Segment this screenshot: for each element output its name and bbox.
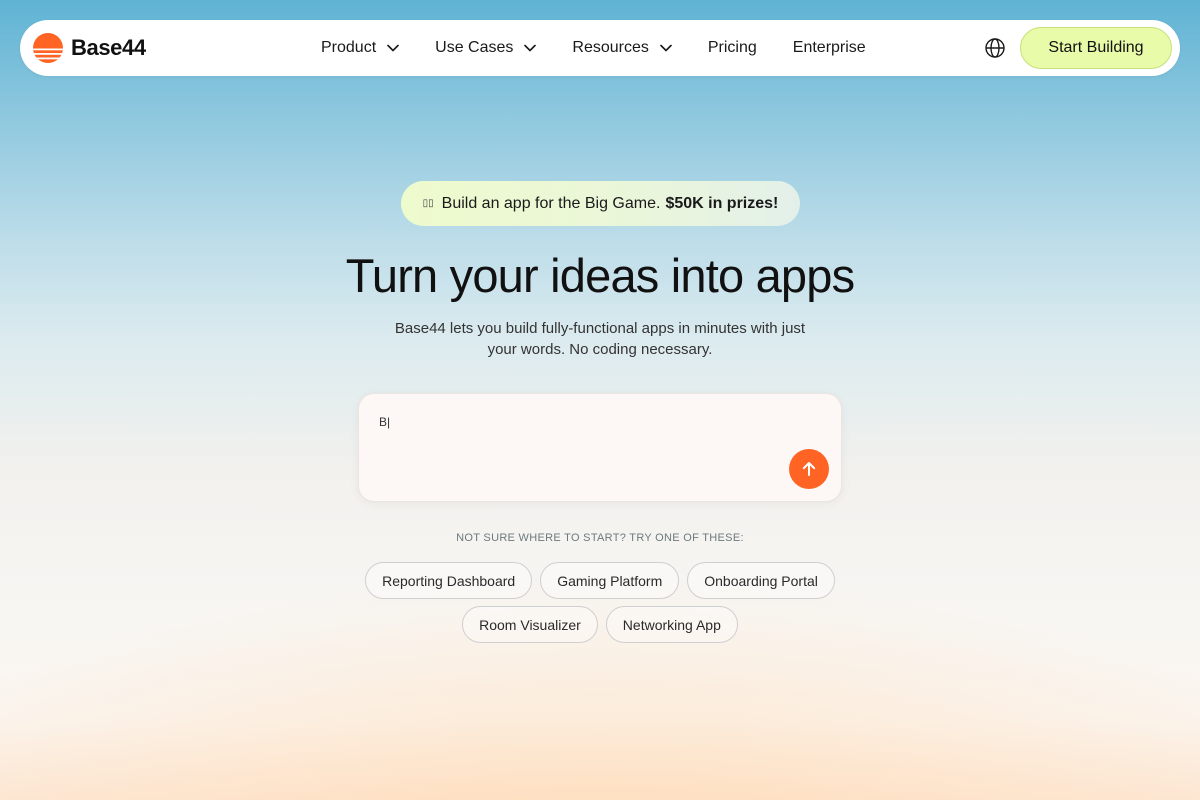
suggestion-chip-networking-app[interactable]: Networking App — [605, 606, 738, 643]
promo-banner[interactable]: ▯▯ Build an app for the Big Game. $50K i… — [401, 181, 800, 226]
nav-item-enterprise[interactable]: Enterprise — [793, 39, 866, 57]
suggestion-chip-reporting-dashboard[interactable]: Reporting Dashboard — [365, 562, 533, 599]
suggestion-chip-gaming-platform[interactable]: Gaming Platform — [540, 562, 680, 599]
nav-item-label: Resources — [572, 39, 649, 56]
nav-item-label: Use Cases — [435, 39, 514, 56]
brand-logo[interactable]: Base44 — [33, 33, 146, 63]
suggestion-row: Reporting Dashboard Gaming Platform Onbo… — [0, 562, 1200, 599]
sunset-logo-icon — [33, 33, 63, 63]
nav-item-label: Product — [321, 39, 377, 56]
top-navbar: Base44 Product Use Cases Resources Prici… — [20, 20, 1180, 76]
nav-item-resources[interactable]: Resources — [572, 39, 672, 57]
promo-highlight: $50K in prizes! — [665, 194, 779, 212]
nav-item-label: Enterprise — [792, 39, 866, 56]
chevron-down-icon — [660, 44, 672, 52]
brand-name: Base44 — [71, 35, 146, 60]
suggestion-chip-room-visualizer[interactable]: Room Visualizer — [462, 606, 598, 643]
trophy-icon: ▯▯ — [422, 198, 434, 209]
nav-item-use-cases[interactable]: Use Cases — [435, 39, 537, 57]
chevron-down-icon — [524, 44, 537, 52]
chevron-down-icon — [387, 44, 399, 52]
start-building-button[interactable]: Start Building — [1020, 27, 1172, 69]
nav-item-label: Pricing — [707, 39, 757, 56]
prompt-input[interactable] — [379, 412, 779, 432]
suggestions-label: NOT SURE WHERE TO START? TRY ONE OF THES… — [456, 532, 744, 544]
suggestion-chip-onboarding-portal[interactable]: Onboarding Portal — [687, 562, 835, 599]
nav-item-product[interactable]: Product — [321, 39, 399, 57]
main-menu: Product Use Cases Resources Pricing Ente… — [321, 20, 866, 76]
send-button[interactable] — [789, 449, 829, 489]
prompt-box[interactable] — [358, 393, 842, 502]
globe-icon[interactable] — [984, 37, 1006, 59]
nav-item-pricing[interactable]: Pricing — [708, 39, 757, 57]
suggestion-row: Room Visualizer Networking App — [0, 606, 1200, 643]
hero-title: Turn your ideas into apps — [345, 249, 855, 302]
hero-subtitle: Base44 lets you build fully-functional a… — [394, 320, 806, 358]
arrow-up-icon — [802, 462, 816, 476]
promo-text: Build an app for the Big Game. — [441, 194, 661, 212]
